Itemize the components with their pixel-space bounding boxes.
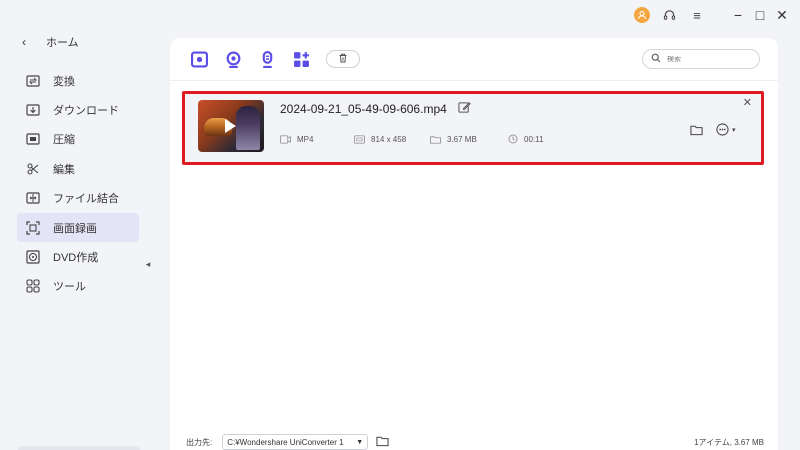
compress-icon [25, 131, 41, 147]
duration-info: 00:11 [508, 134, 543, 144]
output-path: C:¥Wondershare UniConverter 1 [227, 437, 344, 447]
sidebar-item-convert[interactable]: 変換 [17, 66, 139, 95]
maximize-icon[interactable]: □ [752, 7, 768, 24]
file-size: 3.67 MB [447, 134, 477, 144]
file-name: 2024-09-21_05-49-09-606.mp4 [280, 102, 447, 116]
video-format-icon [280, 134, 291, 144]
home-label: ホーム [46, 37, 79, 49]
sidebar-item-label: DVD作成 [53, 252, 99, 265]
play-icon[interactable] [225, 119, 236, 133]
trash-icon [338, 50, 348, 68]
output-path-select[interactable]: C:¥Wondershare UniConverter 1 ▼ [222, 434, 369, 450]
dvd-icon [25, 249, 41, 265]
avatar[interactable] [634, 7, 650, 23]
screen-record-icon [25, 220, 41, 236]
chevron-left-icon: ◂ [145, 258, 151, 269]
sidebar-item-label: ダウンロード [53, 105, 119, 118]
window-controls: − □ ✕ [730, 7, 790, 24]
open-output-folder-icon[interactable] [376, 435, 390, 449]
file-resolution: 814 x 458 [371, 134, 407, 144]
remove-file-icon[interactable]: ✕ [743, 96, 752, 109]
webcam-icon[interactable] [224, 50, 242, 68]
more-dots-icon [716, 123, 729, 136]
search-input[interactable] [667, 55, 747, 63]
format-info: MP4 [280, 135, 354, 144]
screen-recorder-icon[interactable] [190, 50, 208, 68]
download-icon [25, 102, 41, 118]
menu-icon[interactable]: ≡ [688, 6, 706, 24]
add-apps-icon[interactable] [292, 50, 310, 68]
sidebar-item-edit[interactable]: 編集 [17, 154, 139, 183]
file-metadata: MP4 814 x 458 3.67 MB 00:11 [280, 134, 543, 144]
video-thumbnail[interactable] [198, 100, 264, 152]
toolbar-divider [170, 80, 778, 81]
convert-icon [25, 73, 41, 89]
recording-toolbar [190, 50, 360, 68]
sidebar: ‹ ホーム 変換 ダウンロード 圧縮 編集 ファイル結合 画面録画 DVD作成 … [0, 0, 152, 450]
sidebar-item-label: ツール [53, 281, 86, 294]
delete-button[interactable] [326, 50, 360, 68]
sidebar-item-label: 編集 [53, 163, 75, 176]
sidebar-bottom-panel [18, 446, 140, 450]
resolution-icon [354, 134, 365, 144]
file-size-icon [430, 135, 441, 144]
sidebar-collapse-button[interactable]: ◂ [141, 252, 155, 276]
title-bar: ≡ − □ ✕ [634, 6, 790, 24]
sidebar-item-label: ファイル結合 [53, 193, 119, 206]
rename-pencil-icon[interactable] [458, 101, 472, 115]
clock-icon [508, 134, 518, 144]
headset-support-icon[interactable] [660, 6, 678, 24]
footer-bar: 出力先: C:¥Wondershare UniConverter 1 ▼ 1アイ… [170, 434, 778, 450]
sidebar-item-label: 画面録画 [53, 222, 97, 235]
merge-icon [25, 190, 41, 206]
minimize-icon[interactable]: − [730, 7, 746, 24]
sidebar-item-tools[interactable]: ツール [17, 272, 139, 301]
chevron-down-icon: ▼ [356, 438, 364, 446]
open-folder-icon[interactable] [690, 123, 704, 137]
search-icon [651, 50, 661, 68]
main-panel: 2024-09-21_05-49-09-606.mp4 MP4 814 x 45… [170, 38, 778, 450]
sidebar-item-download[interactable]: ダウンロード [17, 95, 139, 124]
sidebar-item-screen-record[interactable]: 画面録画 [17, 212, 139, 243]
thumbnail-character-image [236, 106, 260, 150]
sidebar-item-dvd[interactable]: DVD作成 [17, 242, 139, 271]
more-options-button[interactable]: ▾ [716, 123, 736, 136]
sidebar-item-label: 変換 [53, 75, 75, 88]
sidebar-nav: 変換 ダウンロード 圧縮 編集 ファイル結合 画面録画 DVD作成 ツール [17, 66, 139, 301]
file-format: MP4 [297, 134, 314, 144]
items-summary: 1アイテム, 3.67 MB [694, 437, 764, 447]
sidebar-item-merge[interactable]: ファイル結合 [17, 184, 139, 213]
close-window-icon[interactable]: ✕ [774, 7, 790, 24]
scissors-icon [25, 161, 41, 177]
file-duration: 00:11 [524, 134, 544, 144]
sidebar-item-label: 圧縮 [53, 134, 75, 147]
sidebar-item-compress[interactable]: 圧縮 [17, 125, 139, 154]
resolution-info: 814 x 458 [354, 135, 430, 144]
search-box[interactable] [642, 49, 760, 69]
chevron-down-icon: ▾ [732, 126, 736, 134]
size-info: 3.67 MB [430, 135, 508, 144]
tools-grid-icon [25, 278, 41, 294]
home-link[interactable]: ‹ ホーム [22, 34, 79, 50]
microphone-icon[interactable] [258, 50, 276, 68]
chevron-left-icon: ‹ [22, 35, 26, 49]
output-label: 出力先: [186, 437, 213, 447]
recorded-file-item[interactable]: 2024-09-21_05-49-09-606.mp4 MP4 814 x 45… [184, 94, 762, 162]
